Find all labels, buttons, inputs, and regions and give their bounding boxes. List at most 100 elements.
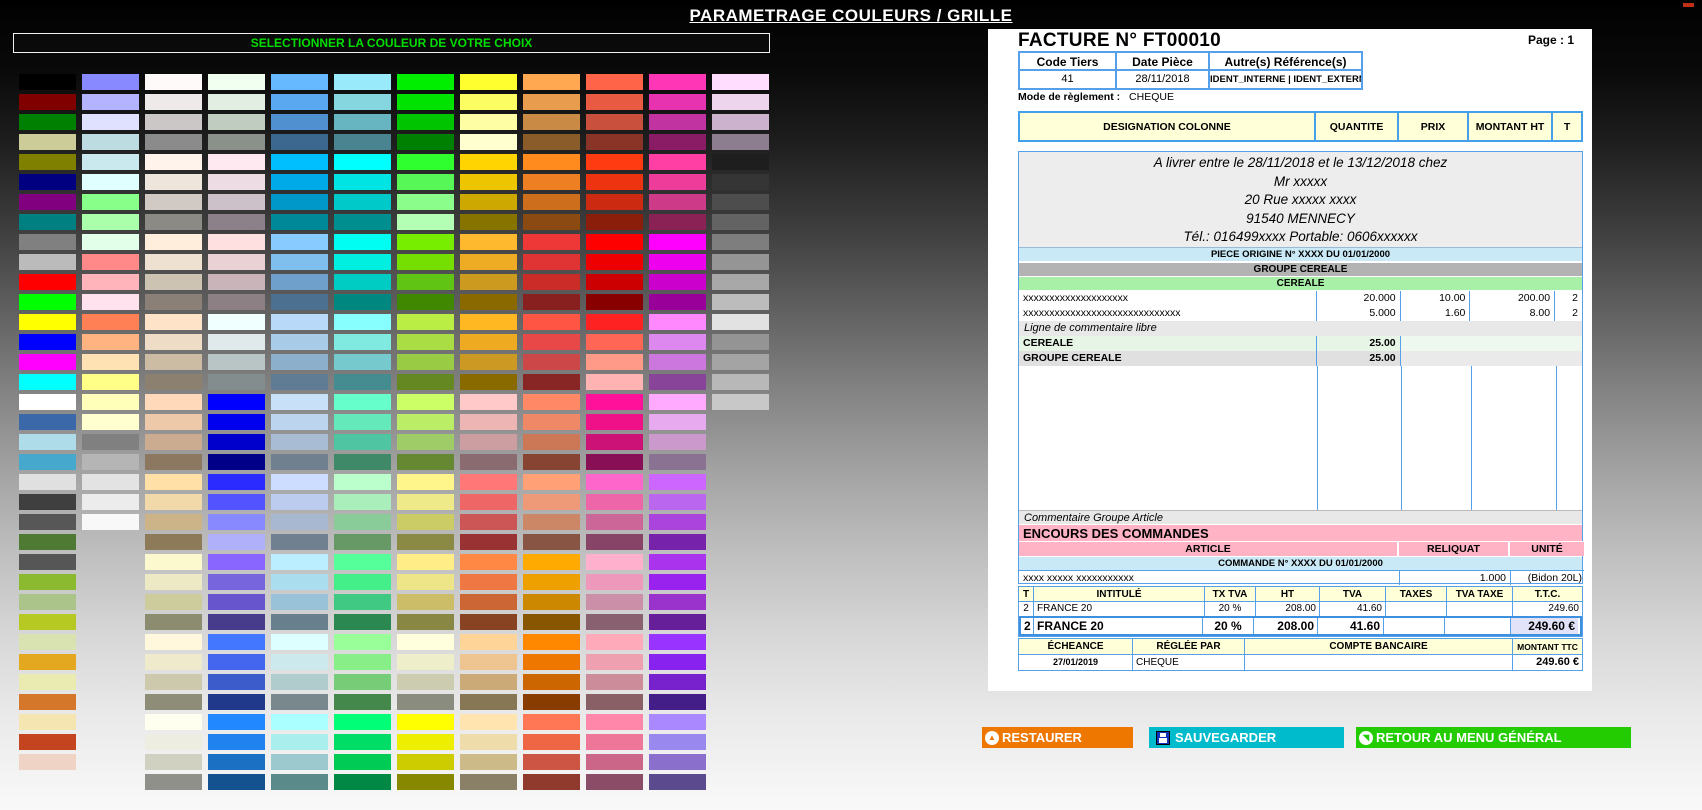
color-swatch[interactable] bbox=[19, 594, 76, 610]
color-swatch[interactable] bbox=[649, 134, 706, 150]
color-swatch[interactable] bbox=[460, 274, 517, 290]
color-swatch[interactable] bbox=[334, 654, 391, 670]
color-swatch[interactable] bbox=[586, 114, 643, 130]
color-swatch[interactable] bbox=[334, 454, 391, 470]
color-swatch[interactable] bbox=[19, 294, 76, 310]
color-swatch[interactable] bbox=[523, 734, 580, 750]
color-swatch[interactable] bbox=[712, 294, 769, 310]
color-swatch[interactable] bbox=[19, 554, 76, 570]
color-swatch[interactable] bbox=[145, 574, 202, 590]
color-swatch[interactable] bbox=[649, 174, 706, 190]
color-swatch[interactable] bbox=[145, 474, 202, 490]
color-swatch[interactable] bbox=[208, 294, 265, 310]
color-swatch[interactable] bbox=[523, 114, 580, 130]
color-swatch[interactable] bbox=[460, 194, 517, 210]
color-swatch[interactable] bbox=[397, 94, 454, 110]
color-swatch[interactable] bbox=[586, 154, 643, 170]
color-swatch[interactable] bbox=[271, 274, 328, 290]
color-swatch[interactable] bbox=[649, 694, 706, 710]
color-swatch[interactable] bbox=[523, 394, 580, 410]
color-swatch[interactable] bbox=[19, 734, 76, 750]
color-swatch[interactable] bbox=[460, 594, 517, 610]
color-swatch[interactable] bbox=[397, 754, 454, 770]
color-swatch[interactable] bbox=[460, 774, 517, 790]
color-swatch[interactable] bbox=[586, 334, 643, 350]
color-swatch[interactable] bbox=[586, 754, 643, 770]
color-swatch[interactable] bbox=[208, 534, 265, 550]
color-swatch[interactable] bbox=[523, 214, 580, 230]
color-swatch[interactable] bbox=[208, 254, 265, 270]
color-swatch[interactable] bbox=[649, 254, 706, 270]
color-swatch[interactable] bbox=[334, 694, 391, 710]
color-swatch[interactable] bbox=[649, 594, 706, 610]
color-swatch[interactable] bbox=[271, 634, 328, 650]
color-swatch[interactable] bbox=[19, 374, 76, 390]
color-swatch[interactable] bbox=[334, 254, 391, 270]
color-swatch[interactable] bbox=[82, 314, 139, 330]
color-swatch[interactable] bbox=[649, 674, 706, 690]
color-swatch[interactable] bbox=[208, 594, 265, 610]
color-swatch[interactable] bbox=[712, 254, 769, 270]
color-swatch[interactable] bbox=[460, 294, 517, 310]
color-swatch[interactable] bbox=[586, 494, 643, 510]
color-swatch[interactable] bbox=[649, 414, 706, 430]
color-swatch[interactable] bbox=[208, 334, 265, 350]
color-swatch[interactable] bbox=[712, 394, 769, 410]
color-swatch[interactable] bbox=[649, 534, 706, 550]
color-swatch[interactable] bbox=[271, 334, 328, 350]
color-swatch[interactable] bbox=[19, 534, 76, 550]
color-swatch[interactable] bbox=[208, 134, 265, 150]
color-swatch[interactable] bbox=[460, 394, 517, 410]
color-swatch[interactable] bbox=[460, 714, 517, 730]
color-swatch[interactable] bbox=[523, 434, 580, 450]
color-swatch[interactable] bbox=[712, 354, 769, 370]
color-swatch[interactable] bbox=[460, 614, 517, 630]
color-swatch[interactable] bbox=[334, 154, 391, 170]
color-swatch[interactable] bbox=[460, 414, 517, 430]
color-swatch[interactable] bbox=[586, 694, 643, 710]
color-swatch[interactable] bbox=[19, 654, 76, 670]
color-swatch[interactable] bbox=[145, 314, 202, 330]
color-swatch[interactable] bbox=[586, 194, 643, 210]
color-swatch[interactable] bbox=[397, 734, 454, 750]
color-swatch[interactable] bbox=[712, 234, 769, 250]
color-swatch[interactable] bbox=[334, 714, 391, 730]
color-swatch[interactable] bbox=[649, 574, 706, 590]
color-swatch[interactable] bbox=[586, 314, 643, 330]
color-swatch[interactable] bbox=[145, 134, 202, 150]
color-swatch[interactable] bbox=[19, 614, 76, 630]
color-swatch[interactable] bbox=[19, 314, 76, 330]
color-swatch[interactable] bbox=[523, 94, 580, 110]
color-swatch[interactable] bbox=[649, 94, 706, 110]
color-swatch[interactable] bbox=[82, 74, 139, 90]
color-swatch[interactable] bbox=[523, 494, 580, 510]
color-swatch[interactable] bbox=[397, 674, 454, 690]
color-swatch[interactable] bbox=[334, 114, 391, 130]
color-swatch[interactable] bbox=[397, 574, 454, 590]
color-swatch[interactable] bbox=[208, 394, 265, 410]
color-swatch[interactable] bbox=[586, 254, 643, 270]
color-swatch[interactable] bbox=[19, 494, 76, 510]
color-swatch[interactable] bbox=[397, 774, 454, 790]
color-swatch[interactable] bbox=[397, 474, 454, 490]
color-swatch[interactable] bbox=[334, 414, 391, 430]
color-swatch[interactable] bbox=[271, 534, 328, 550]
color-swatch[interactable] bbox=[82, 154, 139, 170]
color-swatch[interactable] bbox=[523, 414, 580, 430]
color-swatch[interactable] bbox=[82, 294, 139, 310]
color-swatch[interactable] bbox=[523, 334, 580, 350]
color-swatch[interactable] bbox=[145, 774, 202, 790]
color-swatch[interactable] bbox=[334, 434, 391, 450]
color-swatch[interactable] bbox=[586, 534, 643, 550]
color-swatch[interactable] bbox=[649, 274, 706, 290]
color-swatch[interactable] bbox=[334, 294, 391, 310]
color-swatch[interactable] bbox=[397, 314, 454, 330]
color-swatch[interactable] bbox=[145, 114, 202, 130]
color-swatch[interactable] bbox=[334, 354, 391, 370]
color-swatch[interactable] bbox=[523, 634, 580, 650]
color-swatch[interactable] bbox=[208, 714, 265, 730]
color-swatch[interactable] bbox=[82, 434, 139, 450]
color-swatch[interactable] bbox=[208, 634, 265, 650]
color-swatch[interactable] bbox=[586, 174, 643, 190]
color-swatch[interactable] bbox=[586, 674, 643, 690]
